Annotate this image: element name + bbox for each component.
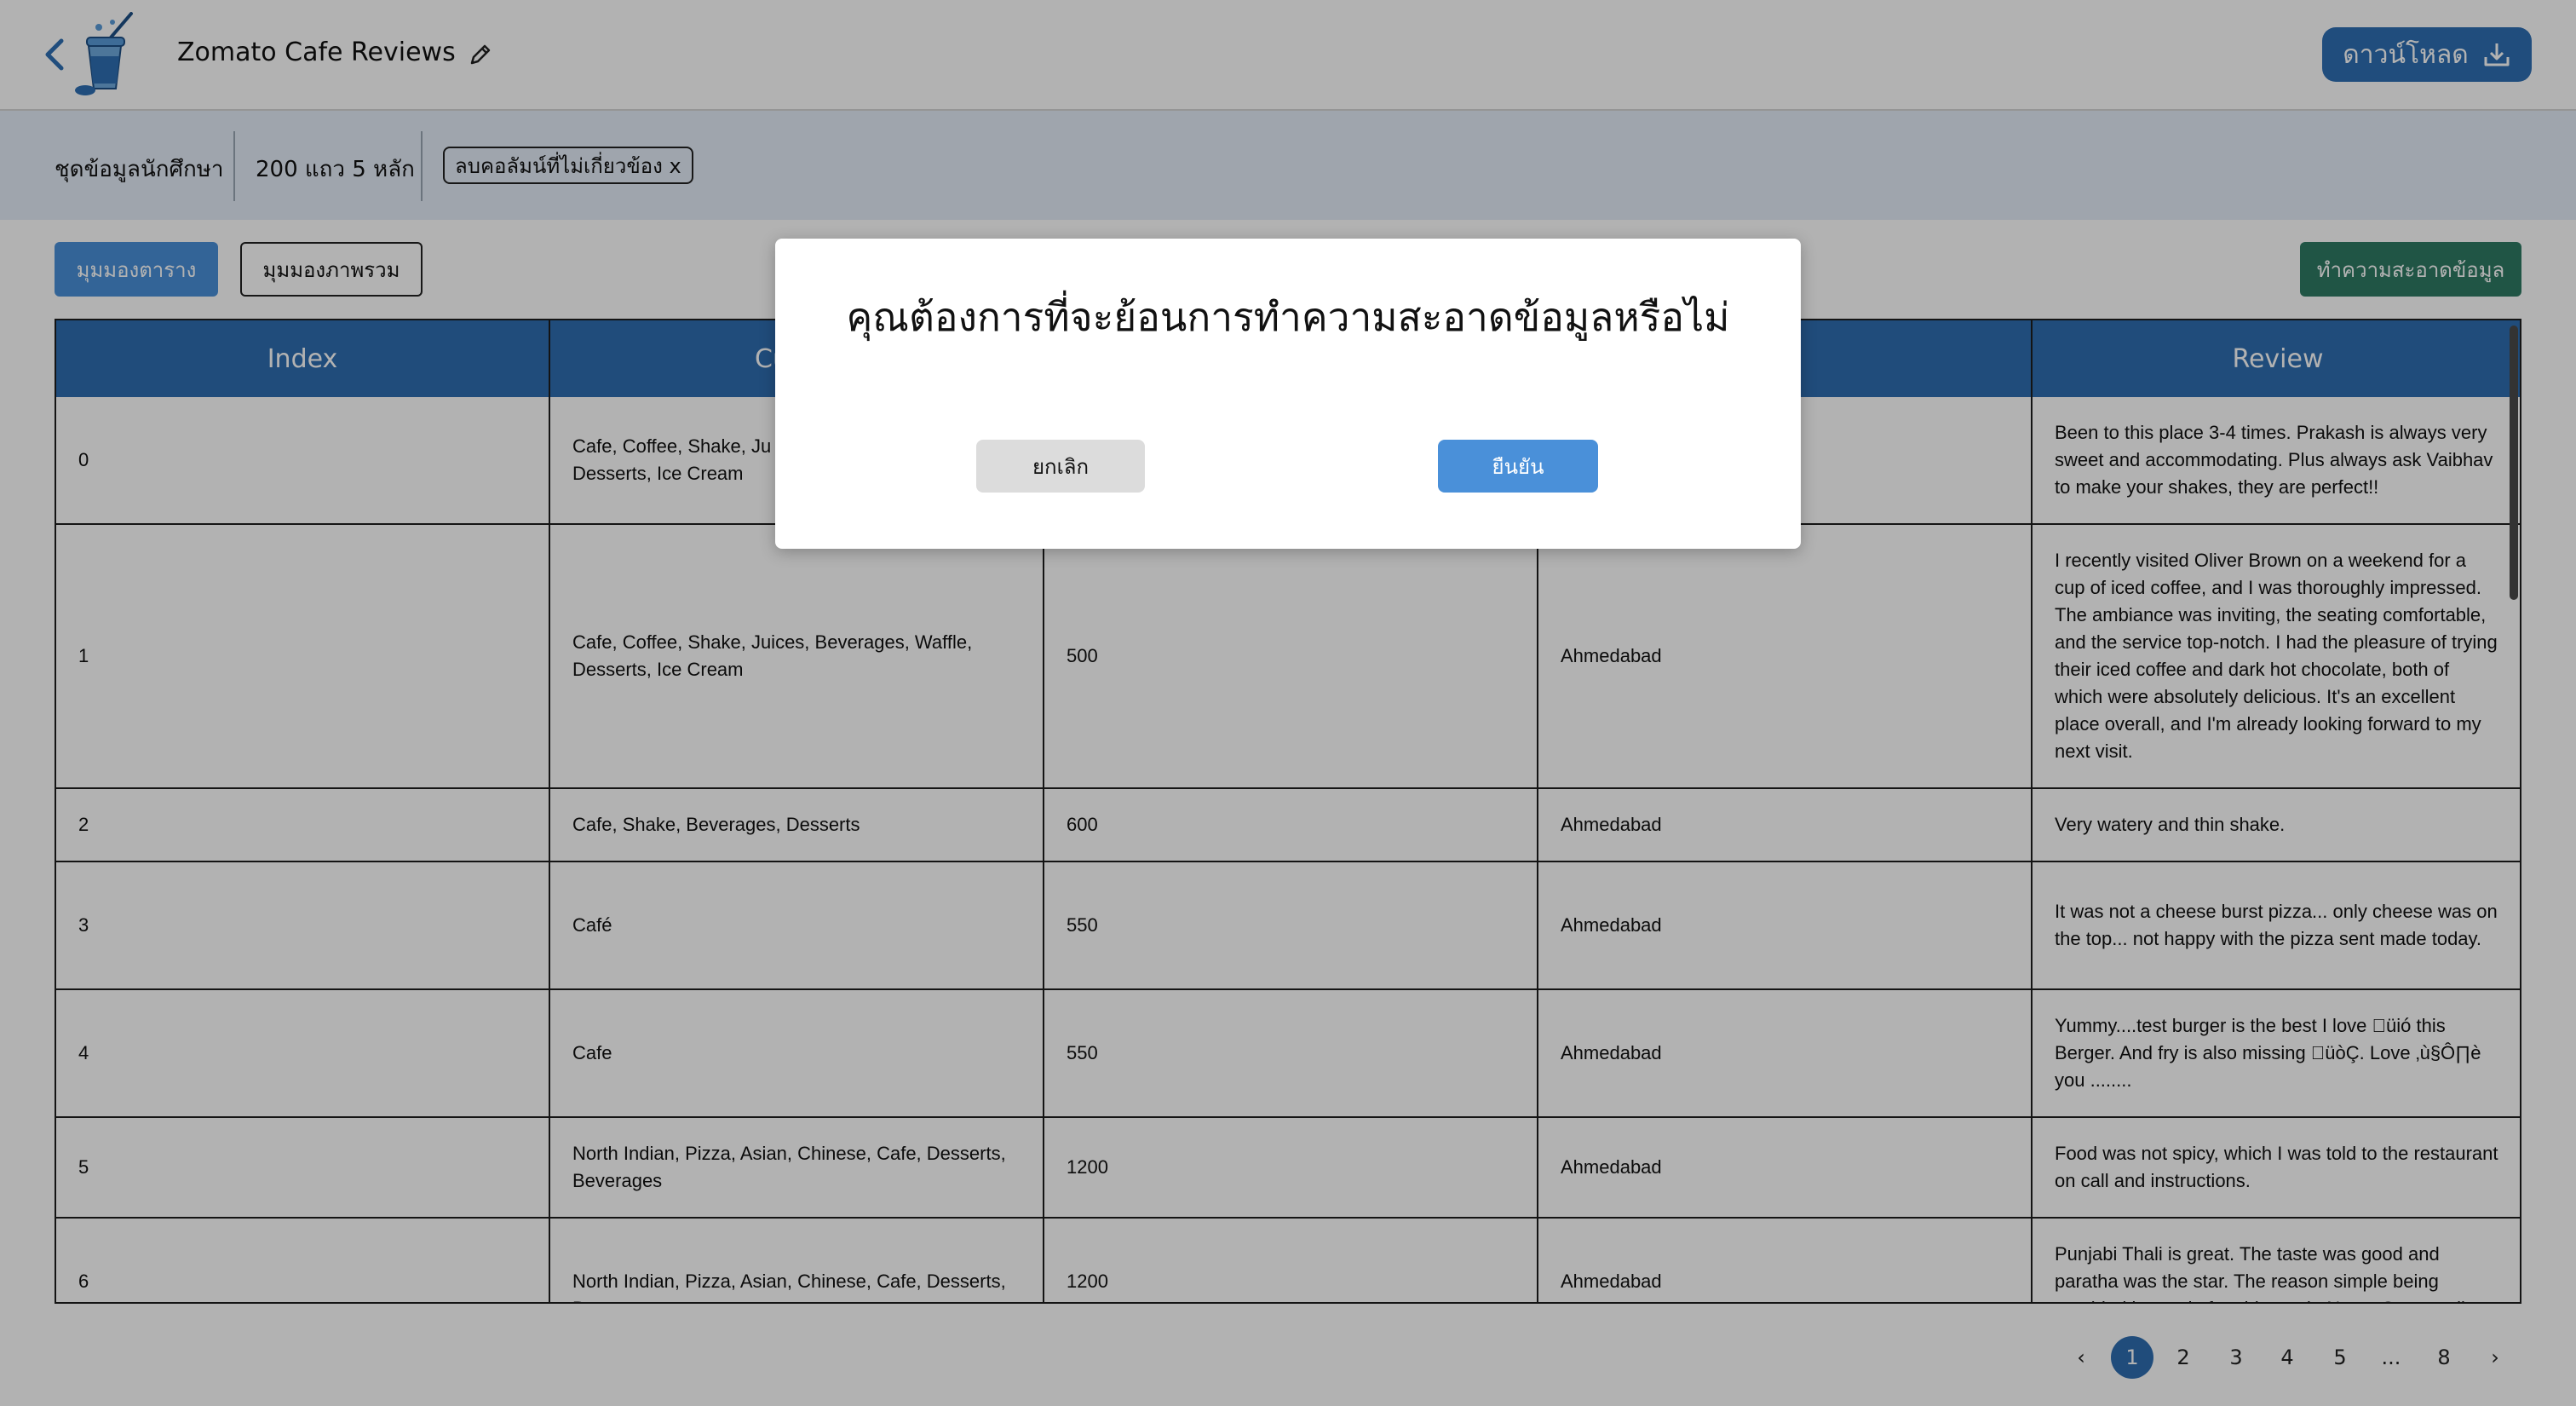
confirm-undo-dialog: คุณต้องการที่จะย้อนการทำความสะอาดข้อมูลห… [775, 239, 1801, 549]
modal-backdrop[interactable] [0, 0, 2576, 1406]
dialog-title: คุณต้องการที่จะย้อนการทำความสะอาดข้อมูลห… [846, 294, 1730, 340]
cancel-button[interactable]: ยกเลิก [976, 440, 1145, 493]
confirm-button[interactable]: ยืนยัน [1438, 440, 1598, 493]
